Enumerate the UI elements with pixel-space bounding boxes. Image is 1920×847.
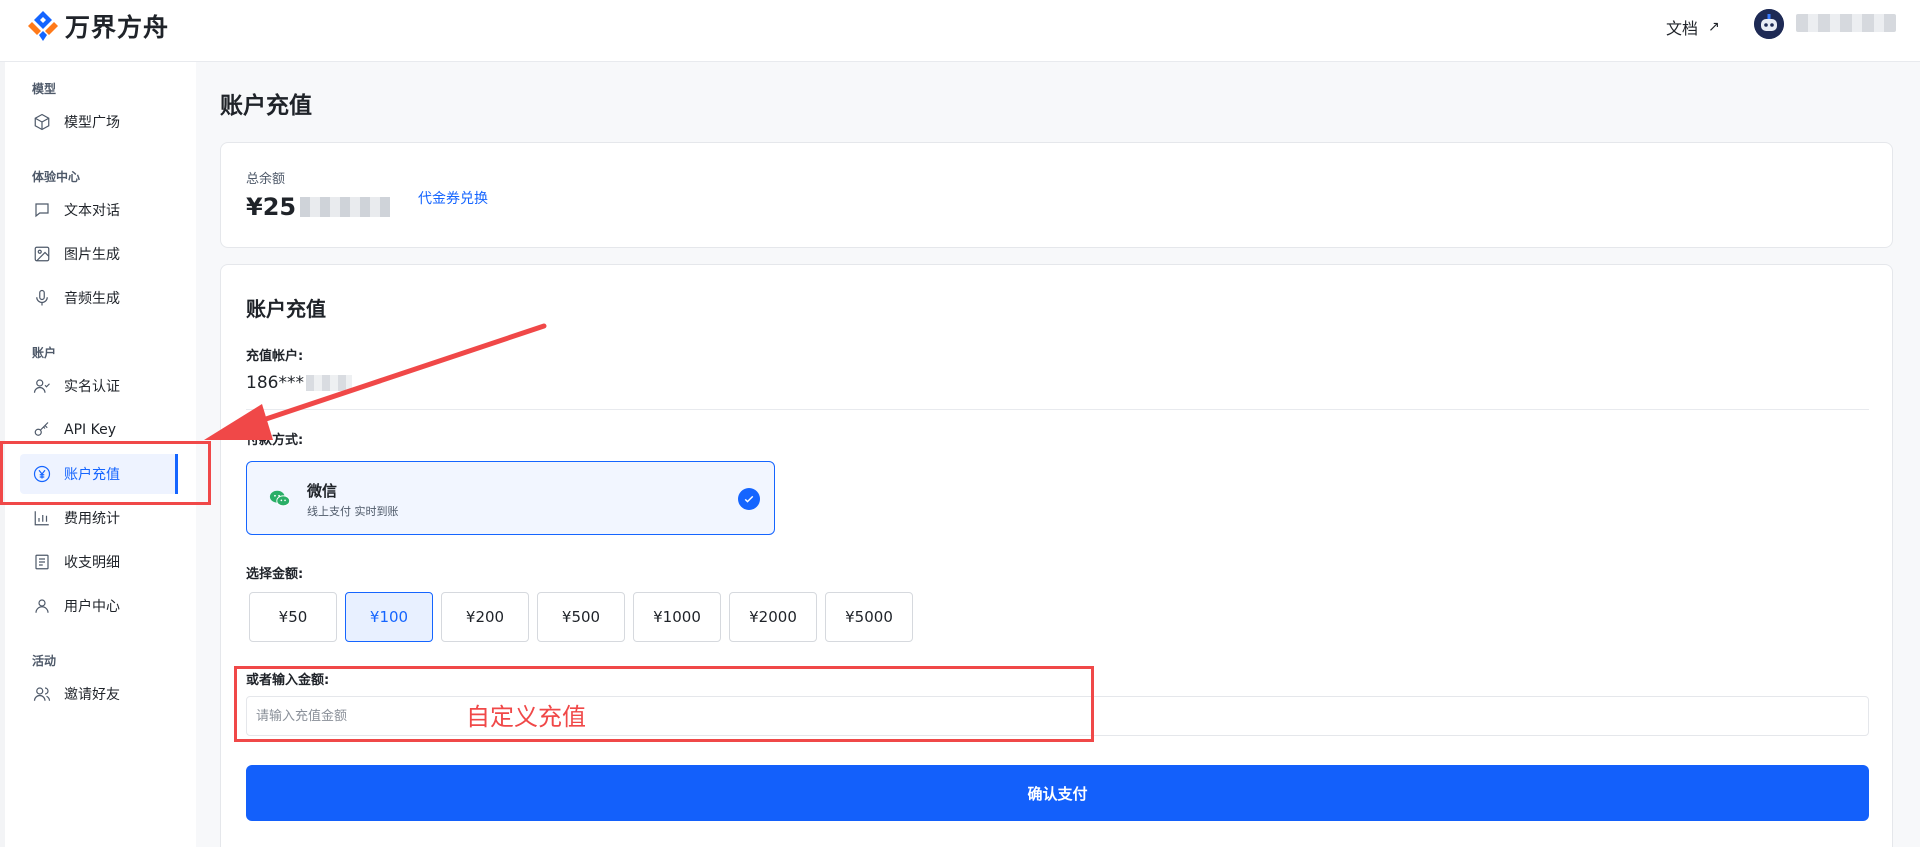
main-content: 账户充值 总余额 ¥ 25 代金券兑换 账户充值 充值帐户: 186*** 付款… bbox=[196, 62, 1920, 847]
wechat-icon bbox=[269, 490, 291, 507]
sidebar-item-label: 图片生成 bbox=[64, 247, 120, 263]
brand-name: 万界方舟 bbox=[65, 13, 170, 42]
amount-label: 选择金额: bbox=[246, 567, 304, 582]
amount-5000-button[interactable]: ¥5000 bbox=[825, 592, 913, 642]
bar-chart-icon bbox=[32, 508, 52, 528]
payment-name: 微信 bbox=[307, 482, 338, 500]
balance-masked bbox=[300, 197, 391, 217]
document-icon bbox=[32, 552, 52, 572]
sidebar-edge bbox=[0, 62, 5, 847]
payment-desc: 线上支付 实时到账 bbox=[307, 505, 399, 518]
username-masked[interactable] bbox=[1796, 14, 1896, 32]
balance-label: 总余额 bbox=[246, 172, 286, 187]
amount-50-button[interactable]: ¥50 bbox=[249, 592, 337, 642]
robot-avatar-icon bbox=[1754, 9, 1784, 39]
sidebar-item-text-chat[interactable]: 文本对话 bbox=[20, 190, 178, 230]
sidebar-item-recharge[interactable]: 账户充值 bbox=[20, 454, 178, 494]
amount-500-button[interactable]: ¥500 bbox=[537, 592, 625, 642]
recharge-title: 账户充值 bbox=[246, 297, 326, 321]
sidebar-item-transactions[interactable]: 收支明细 bbox=[20, 542, 178, 582]
balance-amount: ¥ 25 bbox=[246, 193, 391, 221]
annotation-label: 自定义充值 bbox=[466, 703, 586, 731]
sidebar-item-label: 费用统计 bbox=[64, 511, 120, 527]
page-title: 账户充值 bbox=[220, 93, 312, 119]
mic-icon bbox=[32, 288, 52, 308]
recharge-card: 账户充值 充值帐户: 186*** 付款方式: 微信 线上支付 实时到账 选择金… bbox=[220, 264, 1893, 847]
sidebar-item-label: 实名认证 bbox=[64, 379, 120, 395]
key-icon bbox=[32, 420, 52, 440]
balance-card: 总余额 ¥ 25 代金券兑换 bbox=[220, 142, 1893, 248]
sidebar-item-image-gen[interactable]: 图片生成 bbox=[20, 234, 178, 274]
cube-icon bbox=[32, 112, 52, 132]
section-label-activity: 活动 bbox=[32, 654, 57, 668]
amount-2000-button[interactable]: ¥2000 bbox=[729, 592, 817, 642]
sidebar-item-model-square[interactable]: 模型广场 bbox=[20, 102, 178, 142]
top-header: 万界方舟 文档 ↗ bbox=[0, 0, 1920, 62]
sidebar-item-label: 模型广场 bbox=[64, 115, 120, 131]
brand-logo[interactable]: 万界方舟 bbox=[26, 8, 169, 44]
avatar[interactable] bbox=[1754, 9, 1784, 39]
balance-digits: 25 bbox=[262, 193, 297, 221]
payment-label: 付款方式: bbox=[246, 433, 304, 448]
chat-icon bbox=[32, 200, 52, 220]
account-value: 186*** bbox=[246, 373, 352, 393]
sidebar-item-label: 音频生成 bbox=[64, 291, 120, 307]
docs-link[interactable]: 文档 ↗ bbox=[1666, 15, 1720, 39]
logo-icon bbox=[28, 11, 58, 41]
users-icon bbox=[32, 684, 52, 704]
check-icon bbox=[738, 488, 760, 510]
amount-1000-button[interactable]: ¥1000 bbox=[633, 592, 721, 642]
amount-200-button[interactable]: ¥200 bbox=[441, 592, 529, 642]
amount-100-button[interactable]: ¥100 bbox=[345, 592, 433, 642]
account-label: 充值帐户: bbox=[246, 349, 304, 364]
confirm-pay-button[interactable]: 确认支付 bbox=[246, 765, 1869, 821]
sidebar-item-label: 收支明细 bbox=[64, 555, 120, 571]
currency-symbol: ¥ bbox=[246, 193, 263, 221]
payment-option-wechat[interactable]: 微信 线上支付 实时到账 bbox=[246, 461, 775, 535]
divider bbox=[246, 409, 1869, 410]
voucher-redeem-link[interactable]: 代金券兑换 bbox=[418, 188, 488, 208]
sidebar-item-audio-gen[interactable]: 音频生成 bbox=[20, 278, 178, 318]
sidebar-item-label: 文本对话 bbox=[64, 203, 120, 219]
image-icon bbox=[32, 244, 52, 264]
account-masked bbox=[305, 375, 352, 391]
sidebar-item-label: 账户充值 bbox=[64, 467, 120, 483]
sidebar-item-user-center[interactable]: 用户中心 bbox=[20, 586, 178, 626]
section-label-model: 模型 bbox=[32, 82, 57, 96]
sidebar-item-verification[interactable]: 实名认证 bbox=[20, 366, 178, 406]
sidebar-item-label: 用户中心 bbox=[64, 599, 120, 615]
section-label-experience: 体验中心 bbox=[32, 170, 81, 184]
sidebar-item-invite[interactable]: 邀请好友 bbox=[20, 674, 178, 714]
sidebar-item-cost-stats[interactable]: 费用统计 bbox=[20, 498, 178, 538]
external-link-icon: ↗ bbox=[1708, 19, 1720, 35]
yuan-icon bbox=[32, 464, 52, 484]
sidebar: 模型 模型广场 体验中心 文本对话 图片生成 音频生成 账户 实名认证 API … bbox=[0, 62, 196, 847]
docs-label: 文档 bbox=[1666, 19, 1699, 38]
section-label-account: 账户 bbox=[32, 346, 57, 360]
user-check-icon bbox=[32, 376, 52, 396]
account-number: 186*** bbox=[246, 373, 304, 393]
sidebar-item-api-key[interactable]: API Key bbox=[20, 410, 178, 450]
user-icon bbox=[32, 596, 52, 616]
sidebar-item-label: API Key bbox=[64, 422, 116, 438]
sidebar-item-label: 邀请好友 bbox=[64, 687, 120, 703]
custom-amount-label: 或者输入金额: bbox=[246, 673, 330, 688]
